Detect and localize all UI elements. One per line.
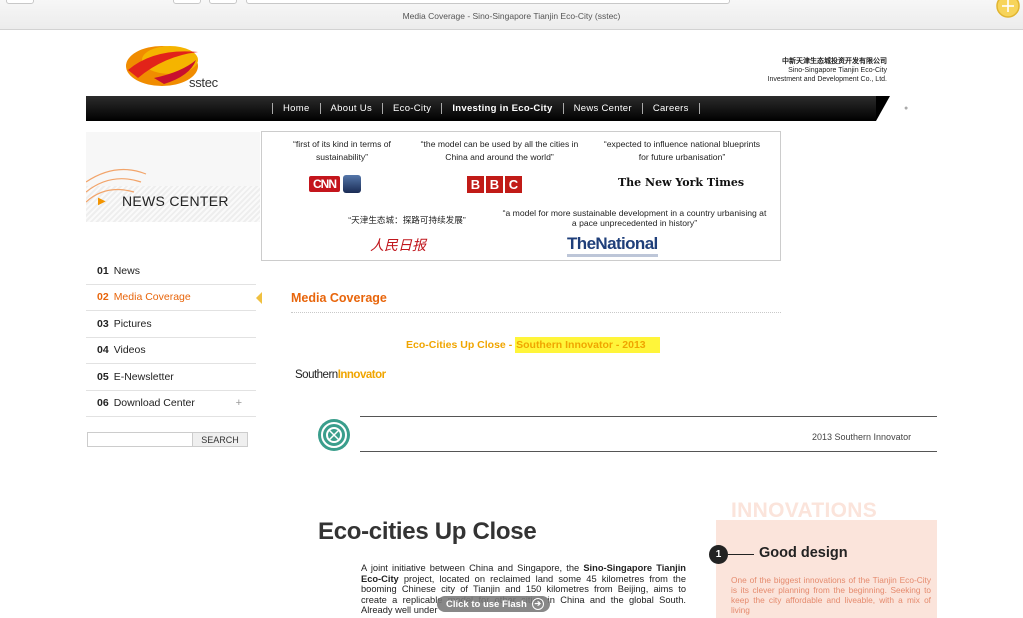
sidebar-item-videos[interactable]: 04 Videos	[86, 338, 256, 364]
nav-item-home[interactable]: Home	[283, 103, 310, 114]
article-heading: Eco-Cities Up Close - Southern Innovator…	[406, 337, 660, 353]
search-button[interactable]: SEARCH	[193, 432, 248, 447]
sidebar-item-label: News	[113, 264, 140, 277]
main-nav: Home About Us Eco-City Investing in Eco-…	[86, 96, 914, 141]
doc-issue-label: 2013 Southern Innovator	[812, 432, 912, 442]
sidebar-item-e-newsletter[interactable]: 05 E-Newsletter	[86, 364, 256, 391]
sidebar-item-label: E-Newsletter	[113, 370, 174, 383]
expand-plus-icon[interactable]: +	[236, 397, 242, 409]
article-highlight: Southern Innovator - 2013	[515, 337, 660, 353]
language-label: 中文	[904, 116, 914, 141]
active-pointer-icon	[256, 291, 262, 304]
sidebar-item-label: Download Center	[113, 397, 195, 410]
innovations-heading: INNOVATIONS	[731, 499, 878, 522]
sidebar-item-news[interactable]: 01 News	[86, 258, 256, 285]
sidebar-heading: NEWS CENTER	[122, 193, 229, 209]
quote-bbc: “the model can be used by all the cities…	[420, 139, 579, 162]
sidebar-search: SEARCH	[87, 432, 248, 447]
sidebar-item-label: Pictures	[113, 317, 152, 330]
window-title: Media Coverage - Sino-Singapore Tianjin …	[402, 11, 621, 21]
doc-top-rule	[360, 416, 937, 417]
sidebar-menu: 01 News 02 Media Coverage 03 Pictures 04 Vid…	[86, 258, 262, 417]
quote-cnn: “first of its kind in terms of sustainab…	[293, 139, 391, 162]
company-name-cn: 中新天津生态城投资开发有限公司	[782, 58, 887, 65]
sidebar-item-label: Media Coverage	[113, 291, 191, 304]
bbc-logo: BBC	[467, 176, 522, 193]
zoom-plus-icon[interactable]	[994, 0, 1020, 18]
nyt-logo: The New York Times	[618, 176, 745, 189]
nav-item-eco-city[interactable]: Eco-City	[393, 103, 431, 114]
sidebar-item-label: Videos	[113, 344, 146, 357]
sidebar-item-media-coverage[interactable]: 02 Media Coverage	[86, 285, 262, 311]
renmin-ribao-logo: 人民日报	[370, 238, 426, 254]
quote-renmin: “天津生态城：探路可持续发展”	[348, 215, 466, 225]
company-name-en-2: Investment and Development Co., Ltd.	[767, 76, 887, 83]
sidebar-item-pictures[interactable]: 03 Pictures	[86, 311, 256, 338]
share-button[interactable]	[209, 0, 237, 4]
press-quotes-banner: “first of its kind in terms of sustainab…	[261, 131, 781, 261]
cnn-logo: CNN	[309, 175, 361, 193]
quote-national: “a model for more sustainable developmen…	[502, 208, 767, 228]
browser-title-bar: Media Coverage - Sino-Singapore Tianjin …	[0, 0, 1023, 30]
quote-nyt: “expected to influence national blueprin…	[603, 139, 761, 162]
number-badge: 1	[709, 545, 728, 564]
company-name-en-1: Sino-Singapore Tianjin Eco-City	[788, 67, 887, 74]
back-button[interactable]	[6, 0, 34, 4]
good-design-title: Good design	[759, 545, 848, 561]
click-to-use-flash-button[interactable]: Click to use Flash ➔	[437, 596, 550, 612]
target-icon	[318, 419, 350, 451]
nav-item-about-us[interactable]: About Us	[331, 103, 372, 114]
nav-item-news-center[interactable]: News Center	[574, 103, 632, 114]
the-national-logo: TheNational	[567, 234, 658, 257]
title-divider	[291, 312, 781, 313]
good-design-text: One of the biggest innovations of the Ti…	[731, 575, 931, 615]
sidebar-toggle-button[interactable]	[173, 0, 201, 4]
globe-icon	[343, 175, 361, 193]
badge-connector	[728, 554, 754, 555]
company-name: 中新天津生态城投资开发有限公司 Sino-Singapore Tianjin E…	[768, 57, 887, 84]
arrow-right-icon: ➔	[531, 598, 544, 610]
doc-bottom-rule	[360, 451, 937, 452]
sidebar-heading-panel: ▶ NEWS CENTER	[86, 132, 260, 222]
triangle-right-icon: ▶	[98, 196, 106, 207]
bullet-icon: ●	[904, 105, 909, 112]
search-input[interactable]	[87, 432, 193, 447]
nav-item-investing[interactable]: Investing in Eco-City	[452, 103, 552, 114]
language-switch[interactable]: ● 中文	[904, 102, 914, 141]
nav-item-careers[interactable]: Careers	[653, 103, 689, 114]
eco-cities-title: Eco-cities Up Close	[318, 518, 537, 545]
page-title: Media Coverage	[291, 291, 387, 305]
nav-menu: Home About Us Eco-City Investing in Eco-…	[262, 96, 710, 121]
address-bar[interactable]	[246, 0, 730, 4]
logo-text: sstec	[189, 75, 218, 90]
sidebar-item-download-center[interactable]: 06 Download Center +	[86, 391, 256, 417]
southern-innovator-logo: SouthernInnovator	[295, 369, 386, 381]
